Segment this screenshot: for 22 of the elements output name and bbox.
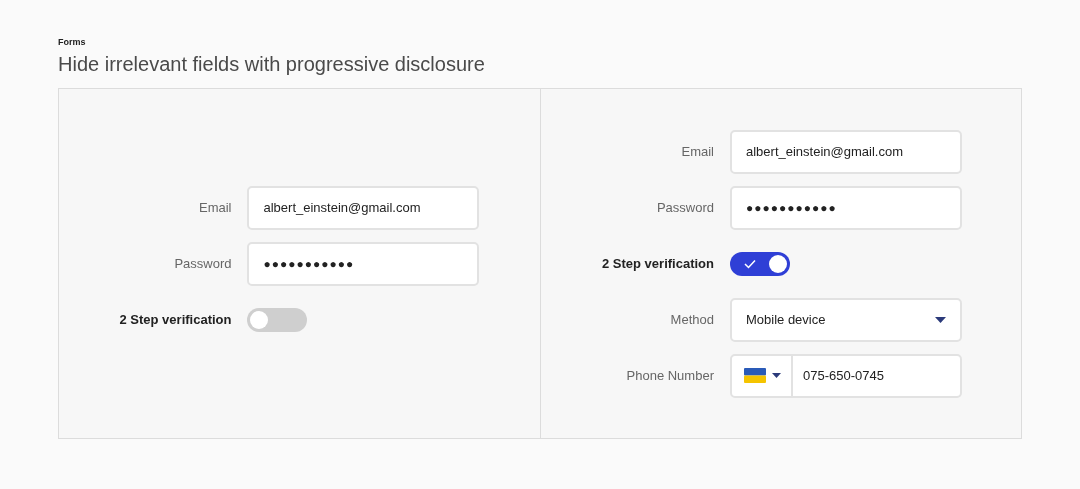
field-label: Password	[174, 256, 232, 271]
section-label: Forms	[58, 37, 86, 47]
field-label: Phone Number	[626, 368, 714, 383]
field-label: 2 Step verification	[119, 312, 232, 327]
field-label: Email	[681, 144, 714, 159]
method-dropdown[interactable]: Mobile device	[730, 297, 962, 342]
email-field[interactable]: albert_einstein@gmail.com	[730, 129, 962, 174]
toggle-switch[interactable]	[247, 307, 308, 332]
email-field[interactable]: albert_einstein@gmail.com	[247, 185, 480, 230]
field-label: Password	[656, 200, 714, 215]
field-label: 2 Step verification	[602, 256, 714, 271]
check-icon	[744, 258, 756, 269]
field-label: Email	[198, 200, 232, 215]
caret-icon	[935, 316, 946, 323]
flag-icon	[744, 368, 766, 383]
caret-icon	[772, 373, 781, 378]
toggle-switch[interactable]	[730, 251, 790, 276]
field-label: Method	[670, 312, 714, 327]
password-field[interactable]: ●●●●●●●●●●●	[247, 241, 480, 286]
page-title: Hide irrelevant fields with progressive disclosure	[58, 53, 485, 76]
phone-field[interactable]: 075-650-0745	[730, 353, 962, 398]
password-field[interactable]: ●●●●●●●●●●●	[730, 185, 962, 230]
